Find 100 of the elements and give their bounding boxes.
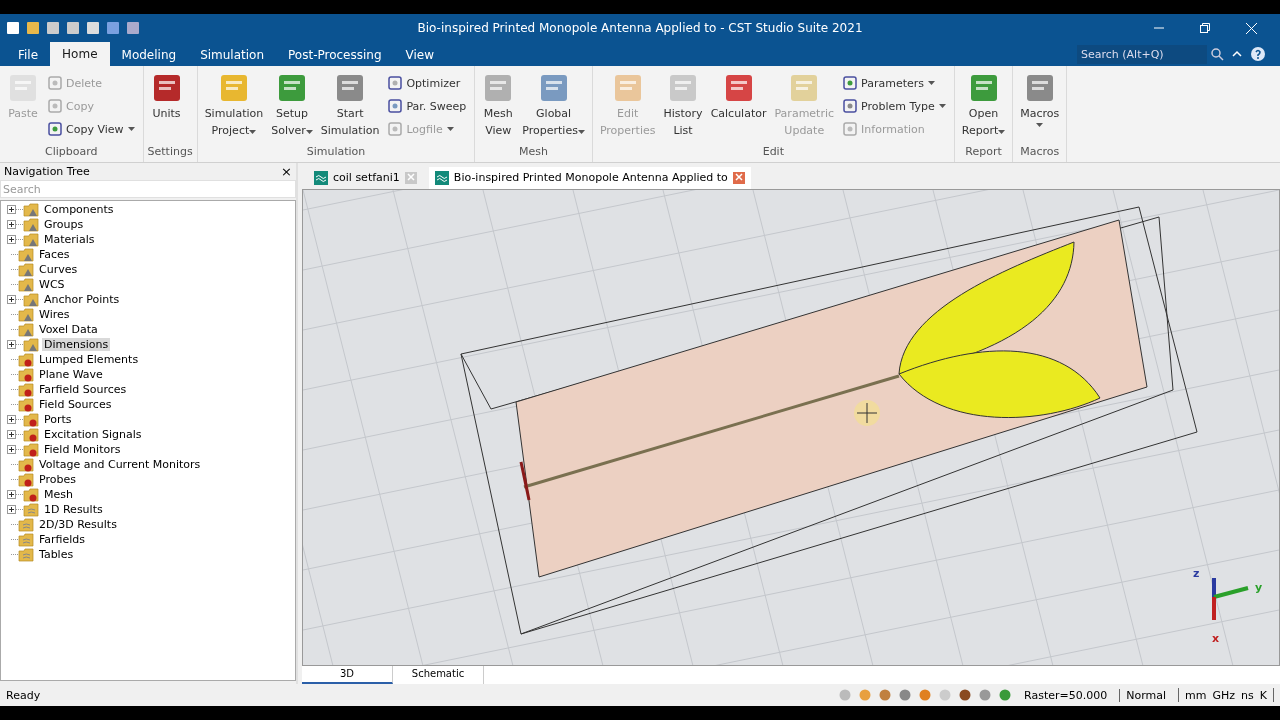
group-label: Report [964,144,1003,160]
document-tab[interactable]: Bio-inspired Printed Monopole Antenna Applied to [428,166,751,189]
ribbon-button[interactable]: Units [147,70,186,144]
tree-item[interactable]: Components [42,203,116,216]
folder-icon [23,427,39,442]
close-icon[interactable] [1245,22,1257,34]
tool-icon [48,99,62,113]
tree-item[interactable]: Voxel Data [37,323,100,336]
expand-icon[interactable] [7,445,16,454]
ribbon-button[interactable]: Par. Sweep [384,95,471,117]
tree-item[interactable]: Field Sources [37,398,114,411]
search-field[interactable]: Search [0,180,296,198]
raster-value: Raster=50.000 [1023,688,1109,702]
ribbon-button[interactable]: Macros [1017,70,1063,144]
folder-icon [23,217,39,232]
toolbar-icon[interactable] [126,21,140,35]
project-icon [314,170,328,185]
folder-icon [18,532,34,547]
folder-icon [18,367,34,382]
unit-label: ns [1241,688,1254,702]
ribbon-button[interactable]: Parameters [839,72,950,94]
panel-title: Navigation Tree [4,164,90,178]
tree-item[interactable]: Plane Wave [37,368,105,381]
ribbon-button[interactable]: Simulation Project [201,70,267,144]
tree-item[interactable]: Excitation Signals [42,428,144,441]
tree-item[interactable]: Anchor Points [42,293,122,306]
tree-item[interactable]: Ports [42,413,74,426]
tree-item[interactable]: Field Monitors [42,443,123,456]
toolbar-icon[interactable] [46,21,60,35]
tree-item[interactable]: Voltage and Current Monitors [37,458,203,471]
ribbon-button[interactable]: Setup Solver [268,70,316,144]
axis-label: y [1255,580,1263,594]
ribbon-button[interactable]: Copy View [44,118,139,140]
folder-icon [18,517,34,532]
group-label: Macros [1019,144,1061,160]
tree-item[interactable]: Mesh [42,488,75,501]
restore-icon[interactable] [1200,23,1210,33]
menu-tab[interactable]: Simulation [188,44,277,66]
ribbon-button[interactable]: Problem Type [839,95,950,117]
folder-icon [18,547,34,562]
toolbar-icon[interactable] [66,21,80,35]
group-label: Clipboard [44,144,99,160]
cursor-icon [854,399,880,426]
ribbon-button[interactable]: Calculator [707,70,770,144]
expand-icon[interactable] [7,220,16,229]
tree-item[interactable]: Farfield Sources [37,383,129,396]
tool-icon [843,76,858,90]
ribbon-button[interactable]: Global Properties [519,70,588,144]
menu-tab[interactable]: Modeling [109,44,189,66]
expand-icon[interactable] [7,430,16,439]
expand-icon[interactable] [7,205,16,214]
folder-icon [18,262,34,277]
expand-icon[interactable] [7,505,16,514]
menu-tab[interactable]: File [6,44,51,66]
tree-item[interactable]: 1D Results [42,503,105,516]
folder-icon [23,337,39,352]
tree-item[interactable]: Faces [37,248,72,261]
tree-item[interactable]: Probes [37,473,78,486]
tree-item[interactable]: Lumped Elements [37,353,141,366]
toolbar-icon[interactable] [26,21,40,35]
ribbon-button[interactable]: Optimizer [384,72,471,94]
tree-item[interactable]: Materials [42,233,97,246]
expand-icon[interactable] [7,295,16,304]
folder-icon [23,232,39,247]
expand-icon[interactable] [7,415,16,424]
group-label: Settings [147,144,193,160]
menu-tab[interactable]: Home [50,42,110,66]
tree-item[interactable]: Groups [42,218,86,231]
folder-icon [18,352,34,367]
tree-item[interactable]: Wires [37,308,72,321]
tree-item[interactable]: Tables [37,548,76,561]
tool-icon [843,122,858,136]
tree-item[interactable]: Farfields [37,533,88,546]
menu-tab[interactable]: View [393,44,447,66]
3d-viewport[interactable]: z y x [302,188,1280,666]
tree-item[interactable]: Curves [37,263,80,276]
tree-item[interactable]: WCS [37,278,67,291]
ribbon-button[interactable]: History List [660,70,706,144]
toolbar-icon[interactable] [86,21,100,35]
tool-icon [388,122,403,136]
folder-icon [23,292,39,307]
search-field[interactable]: Search (Alt+Q) [1077,44,1207,64]
tree-item[interactable]: Dimensions [42,338,111,351]
expand-icon[interactable] [7,340,16,349]
close-icon[interactable] [732,171,745,184]
expand-icon[interactable] [7,490,16,499]
folder-icon [23,442,39,457]
toolbar-icon[interactable] [6,21,20,35]
folder-icon [18,457,34,472]
tool-icon [388,76,403,90]
expand-icon[interactable] [7,235,16,244]
close-button[interactable]: × [281,163,292,179]
ribbon-button[interactable]: Open Report [958,70,1009,144]
ribbon-button[interactable]: Mesh View [479,70,518,144]
help-icon[interactable] [1250,46,1266,62]
tree-item[interactable]: 2D/3D Results [37,518,119,531]
toolbar-icon[interactable] [958,688,973,702]
ribbon-button[interactable]: Start Simulation [317,70,383,144]
menu-tab[interactable]: Post-Processing [276,44,394,66]
tool-icon [843,99,858,113]
